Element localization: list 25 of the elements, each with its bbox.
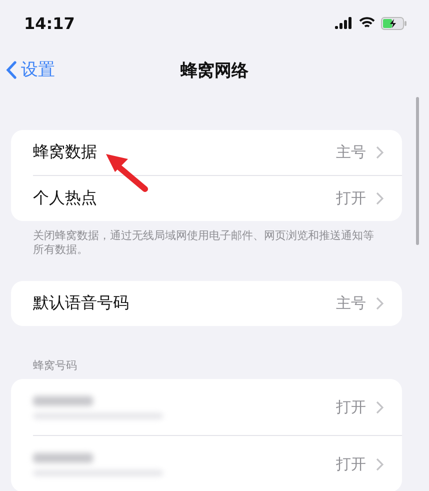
- chevron-icon: [376, 458, 384, 470]
- row-label: 默认语音号码: [33, 293, 130, 314]
- battery-icon: [381, 16, 407, 30]
- signal-icon: [335, 17, 353, 29]
- chevron-icon: [376, 192, 384, 205]
- row-label: 个人热点: [33, 188, 98, 209]
- row-value: 打开: [336, 398, 366, 416]
- row-value: 打开: [336, 454, 366, 474]
- settings-row[interactable]: 默认语音号码 主号: [11, 281, 402, 326]
- settings-row[interactable]: 蜂窝数据 主号: [11, 130, 402, 175]
- chevron-icon: [376, 297, 384, 310]
- wifi-icon: [359, 17, 375, 29]
- row-label: 蜂窝数据: [33, 142, 98, 163]
- row-value: 打开: [336, 189, 366, 208]
- chevron-icon: [376, 146, 384, 159]
- row-value: 主号: [336, 294, 366, 313]
- back-chevron-icon: [6, 60, 17, 78]
- section-header: 蜂窝号码: [32, 358, 78, 374]
- status-time: 14:17: [24, 14, 75, 32]
- row-value: 主号: [336, 143, 366, 162]
- page-title: 蜂窝网络: [180, 60, 248, 82]
- annotation-arrow: [104, 152, 148, 192]
- settings-row[interactable]: 个人热点 打开: [11, 176, 402, 221]
- section-footer: 关闭蜂窝数据，通过无线局域网使用电子邮件、网页浏览和推送通知等所有数据。: [11, 221, 402, 257]
- chevron-icon: [376, 400, 384, 414]
